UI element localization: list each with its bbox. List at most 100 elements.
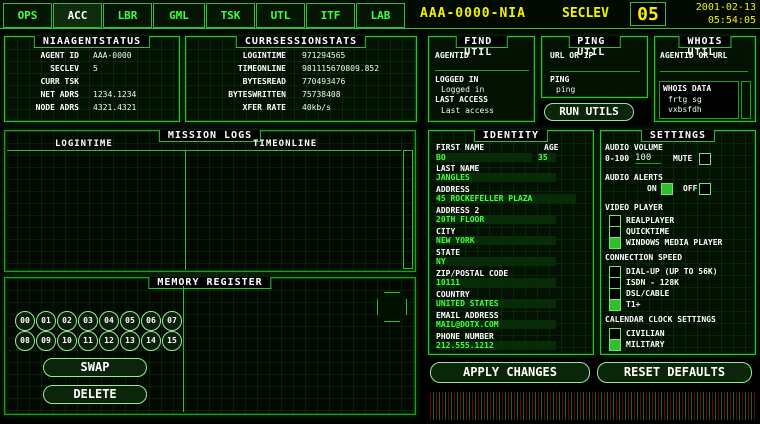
node-adrs-value: 4321.4321 [93,103,137,112]
mute-checkbox[interactable] [699,153,711,165]
memory-slot-14[interactable]: 14 [141,331,161,351]
logintime-column-header: LOGINTIME [55,139,113,149]
ping-value: ping [556,85,576,94]
address2-field[interactable]: 20TH FLOOR [436,215,556,224]
net-adrs-label: NET ADRS [40,90,79,99]
seclev-row-value: 5 [93,64,98,73]
alerts-off-radio[interactable] [699,183,711,195]
audio-alerts-label: AUDIO ALERTS [605,173,663,182]
seclev-value: 05 [630,2,666,26]
t1-radio[interactable] [609,299,621,311]
state-label: STATE [436,248,461,257]
wmp-label: WINDOWS MEDIA PLAYER [626,238,723,247]
time-readout: 05:54:05 [707,15,756,26]
swap-button[interactable]: SWAP [43,358,147,377]
address-label: ADDRESS [436,185,470,194]
tab-utl[interactable]: UTL [256,3,305,28]
first-name-field[interactable]: BO [436,153,532,162]
bytesread-label: BYTESREAD [242,77,286,86]
whois-scrollbar[interactable] [741,81,751,119]
logintime-value: 971294565 [302,51,346,60]
whois-util-panel: WHOIS UTIL AGENTID OR URL WHOIS DATA frt… [654,36,756,122]
tab-lab[interactable]: LAB [356,3,405,28]
age-label: AGE [544,143,559,152]
byteswritten-value: 75738408 [302,90,341,99]
volume-input[interactable]: 100 [635,153,661,164]
memory-slot-10[interactable]: 10 [57,331,77,351]
run-utils-button[interactable]: RUN UTILS [544,103,634,121]
mission-logs-list[interactable] [7,150,401,270]
apply-changes-button[interactable]: APPLY CHANGES [430,362,590,383]
memory-slot-03[interactable]: 03 [78,311,98,331]
calendar-clock-label: CALENDAR CLOCK SETTINGS [605,315,716,324]
memory-slot-06[interactable]: 06 [141,311,161,331]
memory-slot-00[interactable]: 00 [15,311,35,331]
address2-label: ADDRESS 2 [436,206,480,215]
memory-slot-08[interactable]: 08 [15,331,35,351]
xfer-rate-label: XFER RATE [242,103,286,112]
memory-slot-09[interactable]: 09 [36,331,56,351]
node-adrs-label: NODE ADRS [35,103,79,112]
email-field[interactable]: MAIL@DOTX.COM [436,320,556,329]
video-player-label: VIDEO PLAYER [605,203,663,212]
reset-defaults-button[interactable]: RESET DEFAULTS [597,362,752,383]
address-field[interactable]: 45 ROCKEFELLER PLAZA [436,194,576,203]
logged-in-value: Logged in [441,85,485,94]
memory-register-panel: MEMORY REGISTER 00 01 02 03 04 05 06 07 … [4,277,416,415]
age-field[interactable]: 35 [538,153,556,162]
ping-url-input[interactable] [550,62,640,72]
agent-status-title: NIAAGENTSTATUS [33,36,151,48]
tab-tsk[interactable]: TSK [206,3,255,28]
session-stats-panel: CURRSESSIONSTATS LOGINTIME 971294565 TIME… [185,36,417,122]
delete-button[interactable]: DELETE [43,385,147,404]
state-field[interactable]: NY [436,257,556,266]
find-agentid-label: AGENTID [435,51,469,60]
wmp-radio[interactable] [609,237,621,249]
memory-slot-05[interactable]: 05 [120,311,140,331]
mission-logs-scrollbar[interactable] [403,150,413,269]
ping-util-title: PING UTIL [568,36,621,58]
find-util-title: FIND UTIL [455,36,508,58]
country-field[interactable]: UNITED STATES [436,299,556,308]
city-field[interactable]: NEW YORK [436,236,556,245]
alerts-on-radio[interactable] [661,183,673,195]
ping-label: PING [550,75,570,84]
memory-slot-15[interactable]: 15 [162,331,182,351]
memory-slot-04[interactable]: 04 [99,311,119,331]
xfer-rate-value: 40kb/s [302,103,331,112]
agent-id-value: AAA-0000 [93,51,132,60]
military-label: MILITARY [626,340,665,349]
top-bar: OPS ACC LBR GML TSK UTL ITF LAB AAA-0000… [0,0,760,29]
memory-slot-12[interactable]: 12 [99,331,119,351]
last-access-label: LAST ACCESS [435,95,488,104]
net-adrs-value: 1234.1234 [93,90,137,99]
identity-title: IDENTITY [473,130,549,142]
signal-meter [430,392,756,420]
tab-acc[interactable]: ACC [53,3,102,28]
memory-slot-01[interactable]: 01 [36,311,56,331]
settings-title: SETTINGS [640,130,716,142]
memory-slot-13[interactable]: 13 [120,331,140,351]
zip-label: ZIP/POSTAL CODE [436,269,509,278]
phone-label: PHONE NUMBER [436,332,494,341]
realplayer-label: REALPLAYER [626,216,675,225]
zip-field[interactable]: 10111 [436,278,556,287]
tab-lbr[interactable]: LBR [103,3,152,28]
memory-slot-02[interactable]: 02 [57,311,77,331]
whois-agent-input[interactable] [660,62,748,72]
identity-panel: IDENTITY FIRST NAME AGE BO 35 LAST NAME … [428,130,594,355]
tab-ops[interactable]: OPS [3,3,52,28]
tab-gml[interactable]: GML [153,3,205,28]
find-agentid-input[interactable] [435,61,529,71]
mute-label: MUTE [673,154,693,163]
isdn-label: ISDN - 128K [626,278,679,287]
dsl-label: DSL/CABLE [626,289,670,298]
military-radio[interactable] [609,339,621,351]
t1-label: T1+ [626,300,641,309]
last-name-label: LAST NAME [436,164,480,173]
last-name-field[interactable]: JANGLES [436,173,556,182]
phone-field[interactable]: 212.555.1212 [436,341,556,350]
memory-slot-11[interactable]: 11 [78,331,98,351]
tab-itf[interactable]: ITF [306,3,355,28]
memory-slot-07[interactable]: 07 [162,311,182,331]
